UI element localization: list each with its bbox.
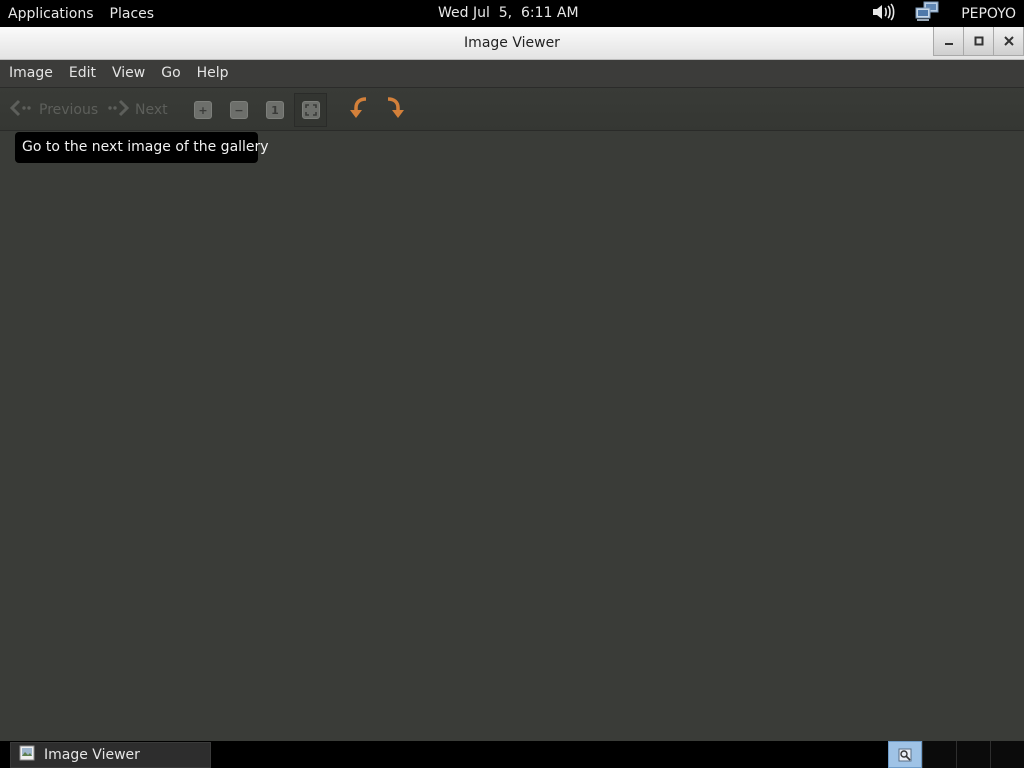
minimize-button[interactable] — [933, 27, 964, 56]
maximize-button[interactable] — [963, 27, 994, 56]
zoom-out-icon: − — [230, 101, 248, 119]
menu-image[interactable]: Image — [1, 60, 61, 87]
top-panel: Applications Places Wed Jul 5, 6:11 AM P… — [0, 0, 1024, 27]
zoom-in-icon: + — [194, 101, 212, 119]
bottom-taskbar: Image Viewer — [0, 741, 1024, 768]
workspace-3[interactable] — [956, 741, 990, 768]
clock[interactable]: Wed Jul 5, 6:11 AM — [438, 0, 579, 27]
best-fit-icon — [302, 101, 320, 119]
best-fit-button[interactable] — [294, 93, 327, 127]
menu-view[interactable]: View — [104, 60, 153, 87]
user-menu[interactable]: PEPOYO — [961, 6, 1016, 22]
rotate-right-icon — [384, 96, 406, 124]
volume-icon[interactable] — [871, 2, 895, 26]
rotate-left-button[interactable] — [348, 88, 370, 132]
rotate-right-button[interactable] — [384, 88, 406, 132]
normal-size-button[interactable]: 1 — [266, 88, 284, 132]
toolbar: Previous Next + − 1 — [0, 87, 1024, 131]
maximize-icon — [974, 36, 983, 46]
places-menu[interactable]: Places — [110, 6, 155, 22]
next-button-tooltip: Go to the next image of the gallery — [15, 132, 269, 163]
workspace-2[interactable] — [922, 741, 956, 768]
window-titlebar[interactable]: Image Viewer — [0, 27, 1024, 60]
menu-go[interactable]: Go — [153, 60, 188, 87]
workspace-1[interactable] — [888, 741, 922, 768]
workspace-switcher — [888, 741, 1024, 768]
menu-edit[interactable]: Edit — [61, 60, 104, 87]
image-viewer-app-icon — [19, 745, 35, 765]
window-title: Image Viewer — [464, 35, 560, 51]
zoom-out-button[interactable]: − — [230, 88, 248, 132]
workspace-4[interactable] — [990, 741, 1024, 768]
image-display-area[interactable] — [0, 131, 1024, 741]
rotate-left-icon — [348, 96, 370, 124]
image-viewer-workspace-icon — [898, 748, 912, 761]
close-button[interactable] — [993, 27, 1024, 56]
taskbar-item-image-viewer[interactable]: Image Viewer — [10, 742, 211, 768]
next-arrow-icon — [106, 98, 130, 122]
previous-label: Previous — [39, 102, 99, 118]
minimize-icon — [944, 43, 953, 45]
menu-bar: Image Edit View Go Help — [0, 60, 1024, 87]
taskbar-item-label: Image Viewer — [44, 747, 140, 763]
next-label: Next — [135, 102, 168, 118]
next-button[interactable]: Next — [106, 88, 168, 132]
close-icon — [1003, 36, 1014, 46]
previous-arrow-icon — [9, 98, 34, 122]
menu-help[interactable]: Help — [189, 60, 237, 87]
applications-menu[interactable]: Applications — [8, 6, 94, 22]
normal-size-icon: 1 — [266, 101, 284, 119]
network-icon[interactable] — [915, 1, 941, 27]
zoom-in-button[interactable]: + — [194, 88, 212, 132]
previous-button[interactable]: Previous — [9, 88, 99, 132]
